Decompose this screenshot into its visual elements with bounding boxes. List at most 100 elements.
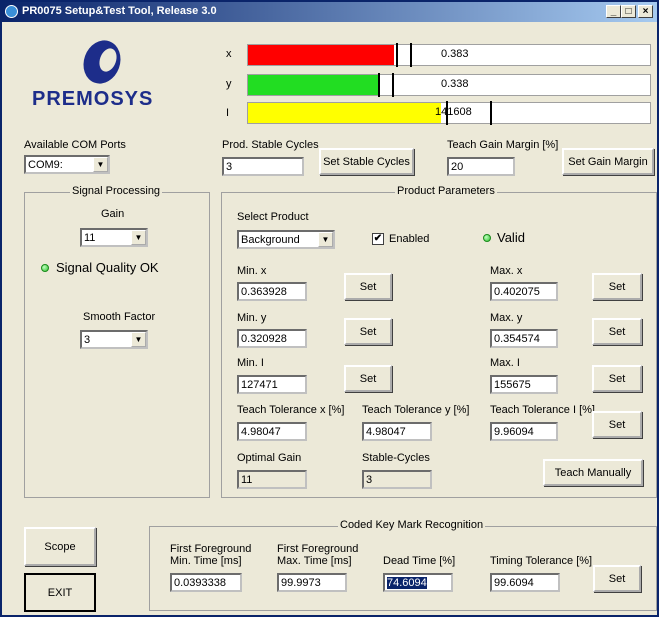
gain-value: 11 <box>84 232 96 244</box>
teach-tolerance-x-input[interactable]: 4.98047 <box>237 422 307 441</box>
coded-key-mark-group: Coded Key Mark Recognition First Foregro… <box>149 519 657 611</box>
signal-processing-group: Signal Processing Gain 11 ▼ Signal Quali… <box>24 185 210 498</box>
i-level-fill <box>248 103 442 123</box>
teach-gain-margin-label: Teach Gain Margin [%] <box>447 139 559 151</box>
min-y-input[interactable]: 0.320928 <box>237 329 307 348</box>
enabled-checkbox[interactable]: ✔ <box>372 233 384 245</box>
first-min-label-line1: First Foreground <box>170 543 252 555</box>
product-value: Background <box>241 234 300 246</box>
teach-tolerance-x-label: Teach Tolerance x [%] <box>237 404 345 416</box>
set-min-i-button[interactable]: Set <box>344 365 392 392</box>
x-level-bar: 0.383 <box>247 43 651 67</box>
bar-x-label: x <box>226 48 232 60</box>
i-level-bar: 141608 <box>247 101 651 125</box>
x-marker <box>410 43 412 67</box>
y-marker <box>392 73 394 97</box>
max-y-label: Max. y <box>490 312 523 324</box>
coded-key-mark-title: Coded Key Mark Recognition <box>338 519 486 531</box>
bar-y-label: y <box>226 78 232 90</box>
valid-led-icon <box>483 234 491 242</box>
chevron-down-icon[interactable]: ▼ <box>131 332 146 347</box>
set-min-x-button[interactable]: Set <box>344 273 392 300</box>
set-max-i-button[interactable]: Set <box>592 365 642 392</box>
x-value: 0.383 <box>441 48 469 60</box>
y-marker <box>378 73 380 97</box>
logo-text: PREMOSYS <box>32 88 154 110</box>
min-i-input[interactable]: 127471 <box>237 375 307 394</box>
optimal-gain-value: 11 <box>237 470 307 489</box>
signal-quality-text: Signal Quality OK <box>56 260 159 275</box>
app-icon <box>5 5 18 18</box>
timing-tolerance-label: Timing Tolerance [%] <box>490 555 593 567</box>
gain-label: Gain <box>101 208 125 220</box>
max-i-input[interactable]: 155675 <box>490 375 558 394</box>
com-port-value: COM9: <box>28 159 63 171</box>
smooth-factor-select[interactable]: 3 ▼ <box>80 330 148 349</box>
i-value: 141608 <box>435 106 472 118</box>
optimal-gain-label: Optimal Gain <box>237 452 302 464</box>
product-select[interactable]: Background ▼ <box>237 230 335 249</box>
set-stable-cycles-button[interactable]: Set Stable Cycles <box>319 148 414 175</box>
max-x-label: Max. x <box>490 265 523 277</box>
x-level-fill <box>248 45 394 65</box>
teach-manually-button[interactable]: Teach Manually <box>543 459 643 486</box>
first-min-time-input[interactable]: 0.0393338 <box>170 573 242 592</box>
first-min-label-line2: Min. Time [ms] <box>170 555 242 567</box>
min-i-label: Min. I <box>237 357 264 369</box>
minimize-button[interactable]: _ <box>606 5 621 18</box>
set-coded-button[interactable]: Set <box>593 565 641 592</box>
dead-time-label: Dead Time [%] <box>383 555 456 567</box>
scope-button[interactable]: Scope <box>24 527 96 566</box>
title-bar[interactable]: PR0075 Setup&Test Tool, Release 3.0 _ □ … <box>2 2 657 22</box>
signal-processing-title: Signal Processing <box>70 185 163 197</box>
set-min-y-button[interactable]: Set <box>344 318 392 345</box>
first-max-label-line1: First Foreground <box>277 543 359 555</box>
com-ports-label: Available COM Ports <box>24 139 126 151</box>
i-marker <box>490 101 492 125</box>
teach-gain-margin-input[interactable]: 20 <box>447 157 515 176</box>
valid-label: Valid <box>497 230 525 245</box>
chevron-down-icon[interactable]: ▼ <box>93 157 108 172</box>
min-x-input[interactable]: 0.363928 <box>237 282 307 301</box>
signal-quality-led-icon <box>41 264 49 272</box>
premosys-logo: PREMOSYS <box>22 30 172 120</box>
stable-cycles-readout-label: Stable-Cycles <box>362 452 430 464</box>
first-max-label-line2: Max. Time [ms] <box>277 555 352 567</box>
min-x-label: Min. x <box>237 265 267 277</box>
select-product-label: Select Product <box>237 211 309 223</box>
stable-cycles-value: 3 <box>362 470 432 489</box>
set-max-y-button[interactable]: Set <box>592 318 642 345</box>
maximize-button[interactable]: □ <box>621 5 636 18</box>
first-max-time-input[interactable]: 99.9973 <box>277 573 347 592</box>
com-port-select[interactable]: COM9: ▼ <box>24 155 110 174</box>
bar-i-label: I <box>226 107 230 119</box>
gain-select[interactable]: 11 ▼ <box>80 228 148 247</box>
y-level-fill <box>248 75 379 95</box>
close-button[interactable]: × <box>638 5 653 18</box>
smooth-factor-value: 3 <box>84 334 91 346</box>
max-y-input[interactable]: 0.354574 <box>490 329 558 348</box>
x-marker <box>396 43 398 67</box>
y-value: 0.338 <box>441 78 469 90</box>
min-y-label: Min. y <box>237 312 267 324</box>
max-x-input[interactable]: 0.402075 <box>490 282 558 301</box>
set-max-x-button[interactable]: Set <box>592 273 642 300</box>
chevron-down-icon[interactable]: ▼ <box>318 232 333 247</box>
dead-time-input[interactable]: 74.6094 <box>383 573 453 592</box>
teach-tolerance-y-label: Teach Tolerance y [%] <box>362 404 470 416</box>
stable-cycles-label: Prod. Stable Cycles <box>222 139 319 151</box>
enabled-label: Enabled <box>389 233 430 245</box>
teach-tolerance-y-input[interactable]: 4.98047 <box>362 422 432 441</box>
exit-button[interactable]: EXIT <box>24 573 96 612</box>
teach-tolerance-i-input[interactable]: 9.96094 <box>490 422 558 441</box>
product-parameters-group: Product Parameters Select Product Backgr… <box>221 185 657 498</box>
set-gain-margin-button[interactable]: Set Gain Margin <box>562 148 654 175</box>
max-i-label: Max. I <box>490 357 520 369</box>
product-parameters-title: Product Parameters <box>395 185 497 197</box>
app-window: PR0075 Setup&Test Tool, Release 3.0 _ □ … <box>0 0 659 617</box>
stable-cycles-input[interactable]: 3 <box>222 157 304 176</box>
chevron-down-icon[interactable]: ▼ <box>131 230 146 245</box>
dead-time-value: 74.6094 <box>387 577 427 589</box>
timing-tolerance-input[interactable]: 99.6094 <box>490 573 560 592</box>
set-teach-tolerance-button[interactable]: Set <box>592 411 642 438</box>
